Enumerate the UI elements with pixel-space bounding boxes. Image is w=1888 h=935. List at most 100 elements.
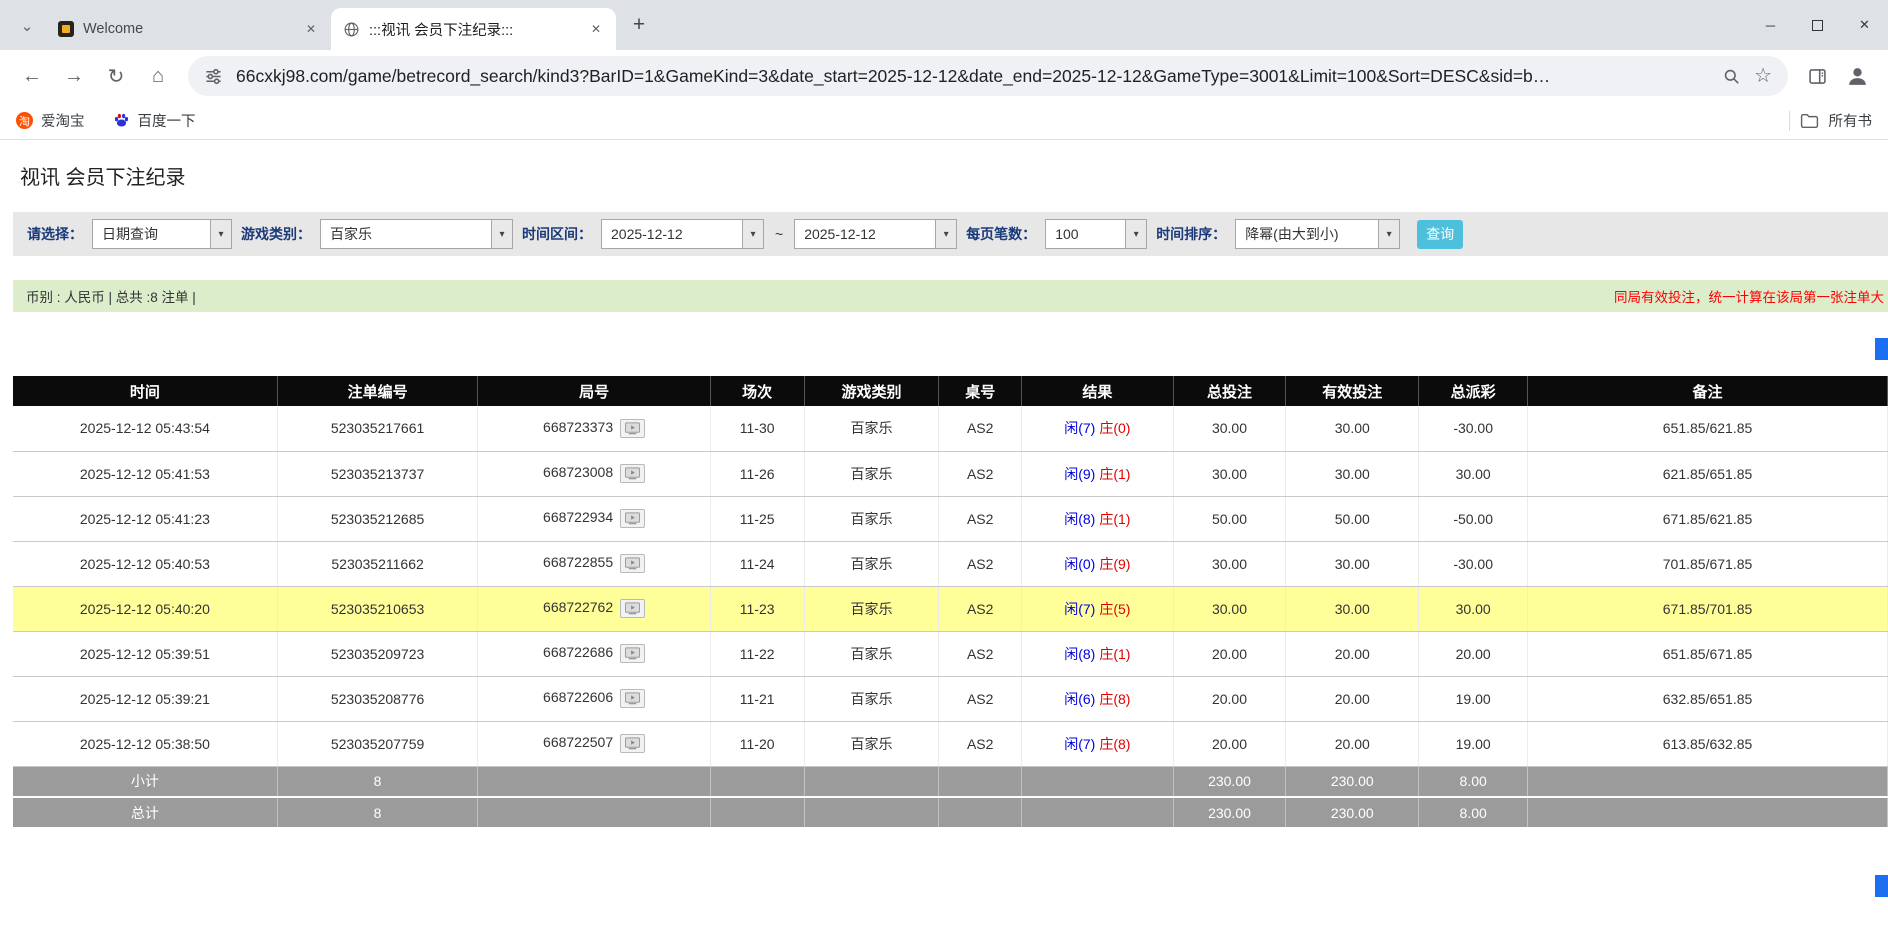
- cell-game: 百家乐: [804, 451, 939, 496]
- site-info-icon[interactable]: [204, 67, 223, 86]
- result-banker: 庄(1): [1099, 466, 1130, 482]
- cell-valid-bet: 20.00: [1286, 631, 1419, 676]
- bookmark-baidu[interactable]: 百度一下: [113, 110, 196, 131]
- result-banker: 庄(1): [1099, 646, 1130, 662]
- empty-cell: [939, 797, 1021, 828]
- cell-total-bet-link[interactable]: 20.00: [1173, 721, 1285, 766]
- cell-total-bet-link[interactable]: 30.00: [1173, 541, 1285, 586]
- all-bookmarks[interactable]: 所有书: [1789, 110, 1873, 131]
- empty-cell: [1528, 766, 1888, 797]
- window-close-button[interactable]: ✕: [1841, 0, 1888, 50]
- video-replay-icon[interactable]: [620, 419, 645, 438]
- profile-avatar[interactable]: [1838, 57, 1876, 95]
- cell-game: 百家乐: [804, 406, 939, 451]
- sort-label: 时间排序：: [1156, 224, 1226, 244]
- window-minimize-button[interactable]: ─: [1747, 0, 1794, 50]
- cell-total-bet-link[interactable]: 30.00: [1173, 451, 1285, 496]
- window-maximize-button[interactable]: [1794, 0, 1841, 50]
- round-number: 668722934: [543, 509, 613, 525]
- cell-total-bet-link[interactable]: 20.00: [1173, 676, 1285, 721]
- table-row: 2025-12-12 05:41:53 523035213737 6687230…: [13, 451, 1888, 496]
- cell-bet-id: 523035211662: [277, 541, 478, 586]
- cell-note: 651.85/621.85: [1528, 406, 1888, 451]
- empty-cell: [710, 766, 804, 797]
- cell-table: AS2: [939, 496, 1021, 541]
- col-header-table: 桌号: [939, 376, 1021, 406]
- cell-bet-id: 523035209723: [277, 631, 478, 676]
- col-header-total-bet: 总投注: [1173, 376, 1285, 406]
- empty-cell: [1021, 797, 1173, 828]
- result-banker: 庄(8): [1099, 691, 1130, 707]
- new-tab-button[interactable]: +: [624, 10, 654, 40]
- date-end-input[interactable]: 2025-12-12 ▾: [794, 219, 957, 249]
- cell-payout: 30.00: [1419, 586, 1528, 631]
- forward-button[interactable]: →: [54, 56, 94, 96]
- close-icon[interactable]: ✕: [586, 19, 606, 39]
- query-type-select[interactable]: 日期查询 ▾: [92, 219, 232, 249]
- cell-game: 百家乐: [804, 541, 939, 586]
- taobao-icon: 淘: [16, 112, 33, 129]
- cell-round: 668722855: [478, 541, 710, 586]
- total-total-bet: 230.00: [1173, 797, 1285, 828]
- tab-welcome[interactable]: Welcome ✕: [46, 8, 331, 50]
- cell-round: 668722762: [478, 586, 710, 631]
- video-replay-icon[interactable]: [620, 509, 645, 528]
- result-player: 闲(7): [1064, 601, 1095, 617]
- cell-total-bet-link[interactable]: 20.00: [1173, 631, 1285, 676]
- side-panel-icon[interactable]: [1798, 57, 1836, 95]
- cell-result: 闲(6)庄(8): [1021, 676, 1173, 721]
- bookmark-star-icon[interactable]: ☆: [1754, 66, 1772, 86]
- browser-toolbar: ← → ↻ ⌂ 66cxkj98.com/game/betrecord_sear…: [0, 50, 1888, 102]
- cell-round: 668722507: [478, 721, 710, 766]
- cell-valid-bet: 30.00: [1286, 586, 1419, 631]
- subtotal-row: 小计 8 230.00 230.00 8.00: [13, 766, 1888, 797]
- table-body: 2025-12-12 05:43:54 523035217661 6687233…: [13, 406, 1888, 766]
- cell-result: 闲(8)庄(1): [1021, 631, 1173, 676]
- tab-search-chevron-icon[interactable]: ⌄: [10, 9, 44, 43]
- video-replay-icon[interactable]: [620, 734, 645, 753]
- reload-button[interactable]: ↻: [96, 56, 136, 96]
- video-replay-icon[interactable]: [620, 599, 645, 618]
- empty-cell: [939, 766, 1021, 797]
- currency-summary: 币别 : 人民币 | 总共 :8 注单 |: [26, 286, 196, 306]
- cell-bet-id: 523035212685: [277, 496, 478, 541]
- cell-total-bet-link[interactable]: 30.00: [1173, 406, 1285, 451]
- cell-total-bet-link[interactable]: 30.00: [1173, 586, 1285, 631]
- video-replay-icon[interactable]: [620, 644, 645, 663]
- address-bar[interactable]: 66cxkj98.com/game/betrecord_search/kind3…: [188, 56, 1788, 96]
- search-button[interactable]: 查询: [1417, 220, 1463, 249]
- scroll-indicator-bottom[interactable]: [1875, 875, 1888, 897]
- cell-bet-id: 523035210653: [277, 586, 478, 631]
- cell-total-bet-link[interactable]: 50.00: [1173, 496, 1285, 541]
- cell-payout: 30.00: [1419, 451, 1528, 496]
- cell-payout: 19.00: [1419, 721, 1528, 766]
- bookmark-taobao[interactable]: 淘 爱淘宝: [16, 110, 85, 131]
- home-button[interactable]: ⌂: [138, 56, 178, 96]
- chevron-down-icon: ▾: [1378, 220, 1399, 248]
- cell-note: 632.85/651.85: [1528, 676, 1888, 721]
- page-title: 视讯 会员下注纪录: [20, 161, 1888, 190]
- total-label: 总计: [13, 797, 277, 828]
- cell-table: AS2: [939, 586, 1021, 631]
- video-replay-icon[interactable]: [620, 554, 645, 573]
- cell-note: 671.85/701.85: [1528, 586, 1888, 631]
- sort-value: 降幂(由大到小): [1236, 220, 1378, 248]
- zoom-icon[interactable]: [1722, 67, 1741, 86]
- result-banker: 庄(1): [1099, 511, 1130, 527]
- scroll-indicator-top[interactable]: [1875, 338, 1888, 360]
- video-replay-icon[interactable]: [620, 689, 645, 708]
- back-button[interactable]: ←: [12, 56, 52, 96]
- cell-table: AS2: [939, 541, 1021, 586]
- per-page-select[interactable]: 100 ▾: [1045, 219, 1147, 249]
- video-replay-icon[interactable]: [620, 464, 645, 483]
- total-valid-bet: 230.00: [1286, 797, 1419, 828]
- close-icon[interactable]: ✕: [301, 19, 321, 39]
- date-start-input[interactable]: 2025-12-12 ▾: [601, 219, 764, 249]
- col-header-result: 结果: [1021, 376, 1173, 406]
- sort-select[interactable]: 降幂(由大到小) ▾: [1235, 219, 1400, 249]
- game-type-select[interactable]: 百家乐 ▾: [320, 219, 513, 249]
- game-type-label: 游戏类别：: [241, 224, 311, 244]
- cell-result: 闲(7)庄(5): [1021, 586, 1173, 631]
- subtotal-label: 小计: [13, 766, 277, 797]
- tab-bet-records[interactable]: :::视讯 会员下注纪录::: ✕: [331, 8, 616, 50]
